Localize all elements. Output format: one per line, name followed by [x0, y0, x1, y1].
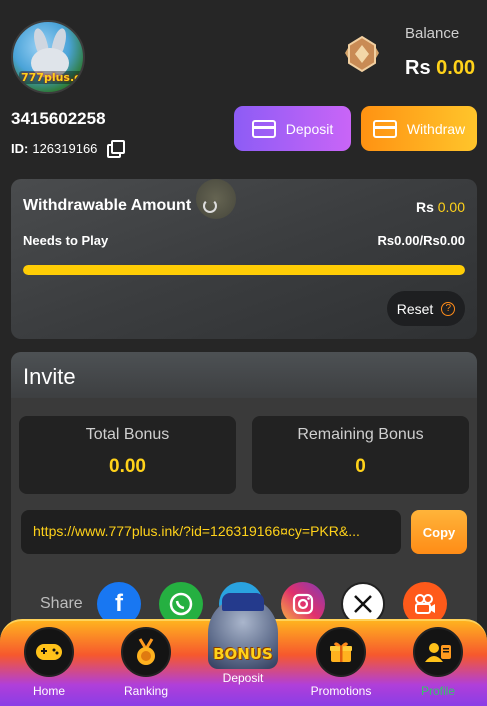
needs-to-play-label: Needs to Play — [23, 233, 109, 248]
withdrawable-amount: Rs 0.00 — [416, 199, 465, 215]
nav-label-deposit: Deposit — [222, 671, 264, 685]
gift-icon — [316, 627, 366, 677]
user-id-value: 126319166 — [32, 140, 98, 156]
copy-link-button[interactable]: Copy — [411, 510, 467, 554]
nav-item-home[interactable]: Home — [14, 627, 84, 698]
bonus-mascot-icon: BONUS — [208, 593, 278, 669]
remaining-bonus-label: Remaining Bonus — [297, 426, 424, 443]
bottom-nav: Home Ranking BONUS Deposit Promotions Pr… — [0, 593, 487, 706]
user-id-label: ID: — [11, 140, 29, 156]
remaining-bonus-value: 0 — [355, 456, 366, 477]
deposit-card-icon — [251, 119, 276, 138]
nav-item-promotions[interactable]: Promotions — [306, 627, 376, 698]
remaining-bonus-box: Remaining Bonus 0 — [252, 416, 469, 494]
total-bonus-box: Total Bonus 0.00 — [19, 416, 236, 494]
nav-item-deposit[interactable]: BONUS Deposit — [208, 593, 278, 685]
nav-label-ranking: Ranking — [123, 684, 169, 698]
withdraw-card-icon — [372, 119, 397, 138]
deposit-button-label: Deposit — [285, 120, 334, 137]
reset-button-label: Reset — [396, 300, 434, 317]
withdrawable-panel: Withdrawable Amount Rs 0.00 Needs to Pla… — [11, 179, 477, 339]
gamepad-icon — [24, 627, 74, 677]
reset-button[interactable]: Reset ? — [387, 291, 465, 326]
share-label: Share — [40, 595, 83, 612]
avatar[interactable]: 777plus.com — [11, 20, 85, 94]
withdrawable-title-row: Withdrawable Amount — [23, 197, 218, 215]
vip-badge-icon[interactable] — [341, 33, 383, 75]
nav-item-ranking[interactable]: Ranking — [111, 627, 181, 698]
help-icon[interactable]: ? — [441, 301, 456, 316]
needs-to-play-value: Rs0.00/Rs0.00 — [377, 233, 465, 248]
withdraw-button-label: Withdraw — [406, 120, 466, 137]
nav-item-profile[interactable]: Profile — [403, 627, 473, 698]
invite-title: Invite — [23, 364, 76, 389]
play-progress-bar — [23, 265, 465, 275]
nav-label-home: Home — [32, 684, 65, 698]
refresh-icon[interactable] — [203, 199, 218, 213]
avatar-logo-text: 777plus.com — [19, 71, 83, 84]
balance-amount: 0.00 — [436, 57, 476, 79]
play-progress-fill — [23, 265, 465, 275]
invite-link-field[interactable]: https://www.777plus.ink/?id=126319166¤cy… — [21, 510, 401, 554]
nav-label-promotions: Promotions — [310, 684, 372, 698]
withdraw-button[interactable]: Withdraw — [361, 106, 477, 151]
withdrawable-title: Withdrawable Amount — [23, 197, 192, 214]
bonus-badge: BONUS — [213, 645, 273, 663]
balance-currency: Rs — [405, 57, 431, 79]
total-bonus-label: Total Bonus — [85, 426, 170, 443]
medal-icon — [121, 627, 171, 677]
mascot-hat — [222, 593, 264, 611]
deposit-button[interactable]: Deposit — [234, 106, 351, 151]
withdrawable-currency: Rs — [415, 199, 434, 215]
copy-id-icon[interactable] — [107, 140, 126, 158]
total-bonus-value: 0.00 — [109, 456, 146, 477]
balance-label: Balance — [405, 25, 460, 42]
user-phone: 3415602258 — [11, 109, 106, 128]
profile-card-icon — [413, 627, 463, 677]
invite-header — [11, 352, 477, 398]
nav-label-profile: Profile — [420, 684, 455, 698]
withdrawable-amount-value: 0.00 — [437, 199, 465, 215]
user-id-row: ID: 126319166 — [11, 140, 126, 158]
balance-value: Rs 0.00 — [405, 57, 475, 80]
